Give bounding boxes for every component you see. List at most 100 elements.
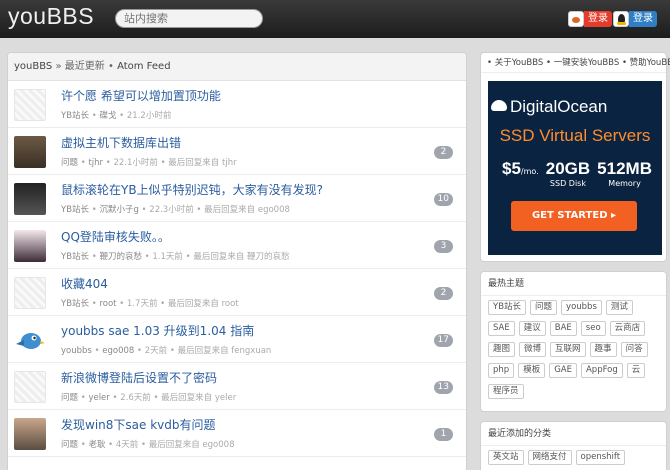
hot-topic-tag[interactable]: 程序员 — [488, 384, 524, 399]
hot-topic-tag[interactable]: 趣图 — [488, 342, 516, 357]
topic-last-reply: 最后回复来自 tjhr — [168, 158, 237, 168]
topic-author-link[interactable]: yeler — [88, 393, 109, 403]
hot-topic-tag[interactable]: AppFog — [580, 363, 623, 378]
qq-icon — [613, 11, 629, 27]
topic-row: 虚拟主机下数据库出错 问题 • tjhr • 22.1小时前 • 最后回复来自 … — [8, 128, 466, 175]
topic-row: youbbs sae 1.03 升级到1.04 指南 youbbs • ego0… — [8, 316, 466, 363]
topic-node-link[interactable]: YB站长 — [61, 111, 89, 121]
topic-meta: YB站长 • 鞭刀的哀愁 • 1.1天前 • 最后回复来自 鞭刀的哀愁 — [61, 252, 290, 262]
user-avatar[interactable] — [14, 136, 46, 168]
hot-topic-tag[interactable]: GAE — [549, 363, 577, 378]
atom-feed-link[interactable]: Atom Feed — [117, 61, 170, 72]
hot-topics-title: 最热主题 — [481, 272, 666, 296]
topic-title-link[interactable]: youbbs sae 1.03 升级到1.04 指南 — [61, 322, 254, 339]
topic-last-reply: 最后回复来自 root — [167, 299, 239, 309]
weibo-icon — [568, 11, 584, 27]
topic-author-link[interactable]: 碟戈 — [99, 111, 116, 121]
ad-memory: 512MB Memory — [597, 159, 652, 188]
topic-title-link[interactable]: 收藏404 — [61, 275, 108, 292]
topic-node-link[interactable]: 问题 — [61, 440, 78, 450]
hot-topic-tag[interactable]: 问题 — [530, 300, 558, 315]
hot-topic-tag[interactable]: 模板 — [518, 363, 546, 378]
user-avatar[interactable] — [14, 89, 46, 121]
hot-topic-tag[interactable]: 互联网 — [550, 342, 586, 357]
reply-count-badge[interactable]: 17 — [433, 334, 453, 347]
hot-topic-tag[interactable]: BAE — [549, 321, 577, 336]
topic-node-link[interactable]: YB站长 — [61, 252, 89, 262]
topic-title-link[interactable]: QQ登陆审核失败。。 — [61, 228, 170, 245]
topic-node-link[interactable]: 问题 — [61, 158, 78, 168]
reply-count-badge[interactable]: 10 — [433, 193, 453, 206]
topic-title-link[interactable]: 虚拟主机下数据库出错 — [61, 134, 181, 151]
topic-time: 21.2小时前 — [126, 111, 172, 121]
hot-topic-tag[interactable]: 云 — [626, 363, 646, 378]
hot-topic-tag[interactable]: 云商店 — [609, 321, 646, 336]
breadcrumb-home-link[interactable]: youBBS — [14, 61, 52, 72]
user-avatar[interactable] — [14, 277, 46, 309]
hot-topic-tag[interactable]: SAE — [488, 321, 515, 336]
topic-row: QQ登陆审核失败。。 YB站长 • 鞭刀的哀愁 • 1.1天前 • 最后回复来自… — [8, 222, 466, 269]
topic-row: 发现win8下sae kvdb有问题 问题 • 老耿 • 4天前 • 最后回复来… — [8, 410, 466, 457]
topic-time: 4天前 — [115, 440, 139, 450]
topic-title-link[interactable]: 发现win8下sae kvdb有问题 — [61, 416, 215, 433]
hot-topic-tag[interactable]: youbbs — [561, 300, 602, 315]
user-avatar[interactable] — [14, 183, 46, 215]
top-bar: youBBS 登录 登录 — [0, 0, 670, 38]
topic-title-link[interactable]: 新浪微博登陆后设置不了密码 — [61, 369, 217, 386]
topic-meta: 问题 • yeler • 2.6天前 • 最后回复来自 yeler — [61, 393, 237, 403]
qq-login-button[interactable]: 登录 — [613, 11, 657, 27]
node-tag[interactable]: 英文站 — [488, 450, 524, 465]
digitalocean-ad-banner[interactable]: DigitalOcean SSD Virtual Servers $5/mo. … — [488, 81, 662, 255]
ad-price: $5/mo. — [502, 159, 539, 178]
reply-count-badge[interactable]: 1 — [434, 428, 453, 441]
topic-author-link[interactable]: tjhr — [88, 158, 103, 168]
about-links[interactable]: • 关于YouBBS • 一键安装YouBBS • 赞助YouBBS — [481, 53, 670, 73]
topic-meta: 问题 • tjhr • 22.1小时前 • 最后回复来自 tjhr — [61, 158, 237, 168]
topic-time: 1.7天前 — [126, 299, 158, 309]
topic-title-link[interactable]: 许个愿 希望可以增加置顶功能 — [61, 87, 221, 104]
weibo-login-button[interactable]: 登录 — [568, 11, 612, 27]
topic-meta: YB站长 • 碟戈 • 21.2小时前 — [61, 111, 172, 121]
topic-author-link[interactable]: root — [99, 299, 116, 309]
topic-title-link[interactable]: 鼠标滚轮在YB上似乎特别迟钝，大家有没有发现? — [61, 181, 323, 198]
reply-count-badge[interactable]: 13 — [433, 381, 453, 394]
hot-topic-tag[interactable]: YB站长 — [488, 300, 527, 315]
topic-meta: 问题 • 老耿 • 4天前 • 最后回复来自 ego008 — [61, 440, 235, 450]
breadcrumb-separator: » — [55, 61, 62, 72]
node-tag[interactable]: 网络支付 — [527, 450, 572, 465]
topic-node-link[interactable]: 问题 — [61, 393, 78, 403]
topic-row: 收藏404 YB站长 • root • 1.7天前 • 最后回复来自 root … — [8, 269, 466, 316]
topic-row: 许个愿 希望可以增加置顶功能 YB站长 • 碟戈 • 21.2小时前 — [8, 81, 466, 128]
topic-list-panel: youBBS » 最近更新 • Atom Feed 许个愿 希望可以增加置顶功能… — [7, 52, 467, 470]
reply-count-badge[interactable]: 3 — [434, 240, 453, 253]
hot-topic-tag[interactable]: seo — [580, 321, 606, 336]
ad-get-started-button[interactable]: GET STARTED ▸ — [511, 201, 637, 231]
topic-node-link[interactable]: YB站长 — [61, 205, 89, 215]
reply-count-badge[interactable]: 2 — [434, 146, 453, 159]
hot-topic-tag[interactable]: php — [488, 363, 515, 378]
topic-last-reply: 最后回复来自 yeler — [161, 393, 237, 403]
topic-node-link[interactable]: youbbs — [61, 346, 92, 356]
user-avatar[interactable] — [14, 230, 46, 262]
hot-topic-tag[interactable]: 微博 — [519, 342, 547, 357]
node-tag[interactable]: openshift — [575, 450, 626, 465]
search-input[interactable] — [115, 9, 263, 28]
ad-brand: DigitalOcean — [510, 97, 608, 116]
hot-topic-tag[interactable]: 趣事 — [589, 342, 617, 357]
topic-author-link[interactable]: 沉默小子g — [99, 205, 138, 215]
hot-topic-tag[interactable]: 测试 — [605, 300, 633, 315]
topic-author-link[interactable]: ego008 — [102, 346, 134, 356]
topic-node-link[interactable]: YB站长 — [61, 299, 89, 309]
user-avatar[interactable] — [14, 371, 46, 403]
topic-meta: youbbs • ego008 • 2天前 • 最后回复来自 fengxuan — [61, 346, 272, 356]
site-logo[interactable]: youBBS — [8, 3, 94, 30]
topic-author-link[interactable]: 鞭刀的哀愁 — [99, 252, 142, 262]
user-avatar[interactable] — [14, 324, 46, 356]
hot-topic-tag[interactable]: 建议 — [518, 321, 546, 336]
user-avatar[interactable] — [14, 418, 46, 450]
reply-count-badge[interactable]: 2 — [434, 287, 453, 300]
topic-author-link[interactable]: 老耿 — [88, 440, 105, 450]
recent-nodes-title: 最近添加的分类 — [481, 422, 666, 446]
topic-row: 新浪微博登陆后设置不了密码 问题 • yeler • 2.6天前 • 最后回复来… — [8, 363, 466, 410]
hot-topic-tag[interactable]: 问答 — [620, 342, 648, 357]
